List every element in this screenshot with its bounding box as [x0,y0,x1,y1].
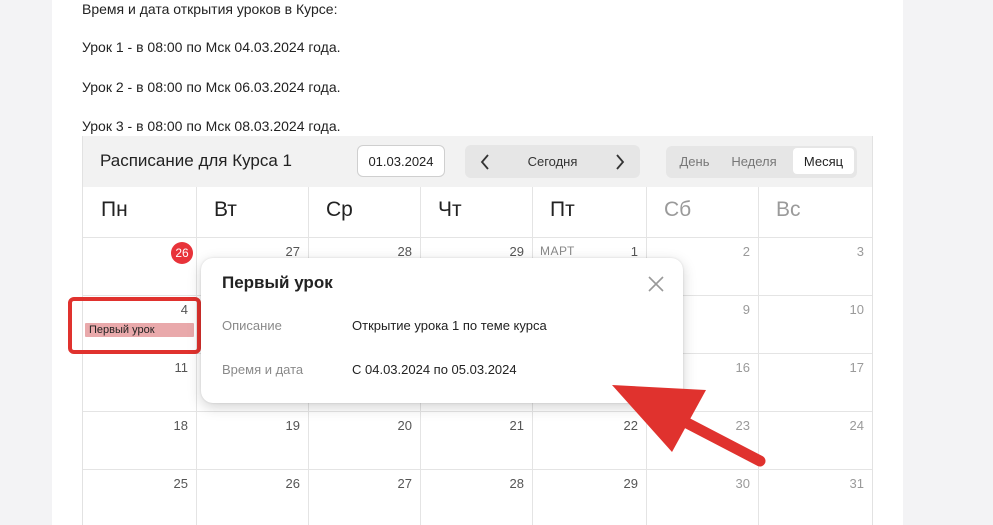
next-period-button[interactable] [602,145,638,178]
intro-heading: Время и дата открытия уроков в Курсе: [82,1,338,17]
day-number[interactable]: 9 [710,302,750,317]
description-value: Открытие урока 1 по теме курса [352,318,547,333]
annotation-highlight [68,297,201,354]
weekday-header: Сб [664,198,692,221]
period-navigation: Сегодня [465,145,640,178]
event-popup: Первый урок Описание Открытие урока 1 по… [201,258,683,403]
day-number[interactable]: 19 [260,418,300,433]
calendar-toolbar: Расписание для Курса 1 01.03.2024 Сегодн… [83,136,872,187]
weekday-header: Вт [214,198,237,221]
weekday-header: Пн [101,198,128,221]
view-month-button[interactable]: Месяц [793,148,854,174]
day-number[interactable]: 28 [372,244,412,259]
day-number[interactable]: 16 [710,360,750,375]
day-number[interactable]: 24 [824,418,864,433]
day-number[interactable]: 1 [598,244,638,259]
lesson-1-text: Урок 1 - в 08:00 по Мск 04.03.2024 года. [82,39,341,55]
date-input[interactable]: 01.03.2024 [357,145,445,177]
popup-close-button[interactable] [646,274,666,294]
day-number[interactable]: 31 [824,476,864,491]
day-number[interactable]: 21 [484,418,524,433]
day-number[interactable]: 17 [824,360,864,375]
day-number[interactable]: 10 [824,302,864,317]
day-number[interactable]: 30 [710,476,750,491]
weekday-header: Ср [326,198,353,221]
close-icon [648,276,664,292]
description-label: Описание [222,318,282,333]
month-label: МАРТ [540,244,575,258]
weekday-header: Вс [776,198,801,221]
day-number[interactable]: 3 [824,244,864,259]
grid-divider [83,469,872,470]
day-number[interactable]: 29 [484,244,524,259]
day-number[interactable]: 26 [260,476,300,491]
calendar-title: Расписание для Курса 1 [100,151,293,170]
day-number[interactable]: 18 [148,418,188,433]
chevron-left-icon [480,153,489,170]
lesson-2-text: Урок 2 - в 08:00 по Мск 06.03.2024 года. [82,79,341,95]
day-number[interactable]: 20 [372,418,412,433]
day-number[interactable]: 28 [484,476,524,491]
day-number[interactable]: 27 [260,244,300,259]
day-number[interactable]: 11 [148,360,189,375]
datetime-value: С 04.03.2024 по 05.03.2024 [352,362,517,377]
view-week-button[interactable]: Неделя [722,148,786,174]
day-number[interactable]: 29 [598,476,638,491]
popup-title: Первый урок [222,273,333,292]
grid-divider [83,411,872,412]
day-number[interactable]: 25 [148,476,188,491]
today-button[interactable]: Сегодня [503,145,602,178]
view-switcher: День Неделя Месяц [666,146,857,178]
day-number[interactable]: 2 [710,244,750,259]
chevron-right-icon [616,153,625,170]
weekday-header: Пт [550,198,575,221]
today-badge[interactable]: 26 [171,242,193,264]
datetime-label: Время и дата [222,362,304,377]
prev-period-button[interactable] [467,145,503,178]
view-day-button[interactable]: День [668,148,721,174]
day-number[interactable]: 23 [710,418,750,433]
day-number[interactable]: 27 [372,476,412,491]
lesson-3-text: Урок 3 - в 08:00 по Мск 08.03.2024 года. [82,118,341,134]
weekday-header: Чт [438,198,462,221]
day-number[interactable]: 22 [598,418,638,433]
grid-divider [83,237,872,238]
